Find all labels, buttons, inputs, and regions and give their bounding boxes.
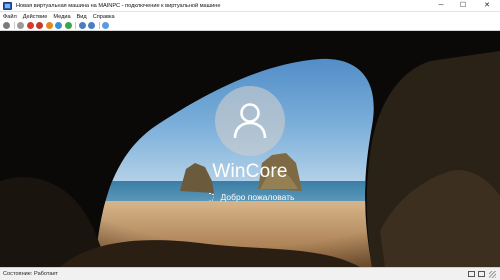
title-bar: Новая виртуальная машина на MAINPC - под…: [0, 0, 500, 12]
turn-off-icon[interactable]: [26, 22, 34, 29]
vm-connection-icon: [3, 1, 12, 10]
revert-icon[interactable]: [88, 22, 95, 29]
start-icon[interactable]: [17, 22, 24, 29]
minimize-button[interactable]: ─: [430, 0, 452, 12]
window-title: Новая виртуальная машина на MAINPC - под…: [16, 2, 221, 9]
user-icon: [233, 103, 267, 139]
menu-help[interactable]: Справка: [93, 14, 115, 20]
close-button[interactable]: ✕: [474, 0, 500, 12]
loading-spinner-icon: [206, 192, 215, 202]
status-bar: Состояние: Работает: [0, 267, 500, 280]
toolbar-separator: [98, 22, 100, 29]
user-avatar[interactable]: [215, 86, 285, 156]
toolbar-separator: [75, 22, 76, 29]
menu-media[interactable]: Медиа: [53, 14, 70, 20]
reset-icon[interactable]: [64, 22, 72, 29]
pause-icon[interactable]: [55, 22, 62, 29]
status-icons: [465, 270, 496, 278]
checkpoint-icon[interactable]: [78, 22, 86, 29]
welcome-text: Добро пожаловать: [220, 192, 295, 202]
toolbar: [0, 21, 500, 31]
status-text: Состояние: Работает: [3, 271, 58, 277]
welcome-message: Добро пожаловать: [0, 192, 500, 202]
shutdown-icon[interactable]: [36, 22, 43, 29]
menu-bar: Файл Действие Медиа Вид Справка: [0, 12, 500, 21]
keyboard-icon: [468, 271, 475, 277]
menu-action[interactable]: Действие: [23, 14, 48, 20]
menu-file[interactable]: Файл: [3, 14, 17, 20]
vm-display[interactable]: WinCore Добро пожаловать: [0, 31, 500, 267]
menu-view[interactable]: Вид: [77, 14, 87, 20]
lock-icon: [478, 271, 485, 277]
username: WinCore: [212, 161, 288, 182]
ctrl-alt-del-icon[interactable]: [3, 22, 10, 29]
toolbar-separator: [13, 22, 15, 29]
enhanced-session-icon[interactable]: [102, 22, 109, 29]
resize-grip-icon[interactable]: [489, 270, 496, 278]
maximize-button[interactable]: ☐: [452, 0, 474, 12]
save-icon[interactable]: [45, 22, 53, 29]
